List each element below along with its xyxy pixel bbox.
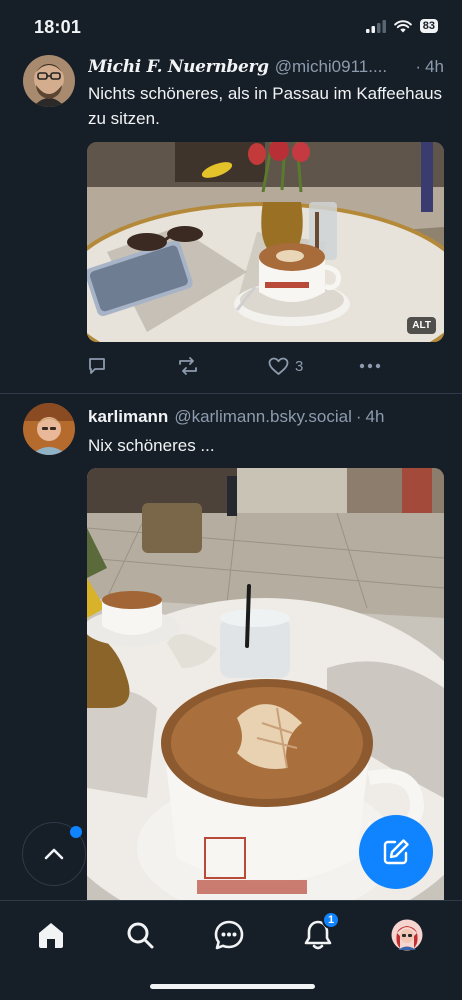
- like-count: 3: [295, 357, 304, 375]
- display-name[interactable]: karlimann: [88, 407, 168, 427]
- feed[interactable]: Michi F. Nuernberg @michi0911.... · 4h N…: [0, 50, 462, 900]
- home-icon: [39, 923, 63, 948]
- post-text: Nix schöneres ...: [88, 436, 215, 455]
- post-time[interactable]: 4h: [366, 407, 385, 427]
- heart-icon: [268, 357, 289, 375]
- profile-avatar: [391, 919, 423, 951]
- post-header: karlimann @karlimann.bsky.social · 4h: [88, 407, 444, 427]
- chat-icon: [214, 920, 244, 950]
- post-time[interactable]: 4h: [425, 57, 444, 77]
- search-icon: [127, 922, 154, 949]
- more-icon: [359, 363, 381, 369]
- display-name[interactable]: Michi F. Nuernberg: [88, 57, 269, 77]
- post-image[interactable]: ALT: [87, 142, 444, 342]
- separator-dot: ·: [415, 57, 422, 76]
- status-bar: 18:01 83: [0, 0, 462, 52]
- repost-icon: [179, 357, 197, 375]
- signal-icon: [365, 19, 386, 33]
- post-actions: 3: [87, 353, 397, 381]
- battery-icon: 83: [419, 19, 438, 33]
- scroll-to-top-button[interactable]: [22, 822, 86, 886]
- chevron-up-icon: [44, 848, 64, 860]
- tab-notifications[interactable]: 1: [296, 911, 340, 953]
- notification-count-badge: 1: [322, 911, 340, 929]
- post-text: Nichts schöneres, als in Passau im Kaffe…: [88, 84, 443, 128]
- home-indicator: [150, 984, 315, 989]
- compose-post-button[interactable]: [359, 815, 433, 889]
- tab-messages[interactable]: [207, 917, 251, 953]
- post-header: Michi F. Nuernberg @michi0911.... · 4h: [88, 57, 444, 77]
- status-icons: 83: [365, 19, 438, 33]
- wifi-icon: [393, 19, 412, 32]
- tab-home[interactable]: [29, 917, 73, 953]
- reply-button[interactable]: [87, 353, 107, 379]
- avatar[interactable]: [23, 403, 75, 455]
- like-button[interactable]: 3: [268, 353, 303, 379]
- separator-dot: ·: [355, 407, 362, 426]
- tab-profile[interactable]: [385, 917, 429, 953]
- alt-text-badge[interactable]: ALT: [407, 317, 436, 334]
- new-posts-dot: [70, 826, 82, 838]
- handle[interactable]: @karlimann.bsky.social: [174, 407, 352, 427]
- tab-search[interactable]: [118, 917, 162, 953]
- reply-icon: [89, 358, 105, 374]
- avatar[interactable]: [23, 55, 75, 107]
- repost-button[interactable]: [177, 353, 199, 379]
- more-options-button[interactable]: [359, 353, 381, 379]
- feed-post[interactable]: Michi F. Nuernberg @michi0911.... · 4h N…: [0, 50, 462, 394]
- handle[interactable]: @michi0911....: [275, 57, 412, 77]
- compose-icon: [383, 839, 409, 865]
- status-time: 18:01: [34, 17, 82, 37]
